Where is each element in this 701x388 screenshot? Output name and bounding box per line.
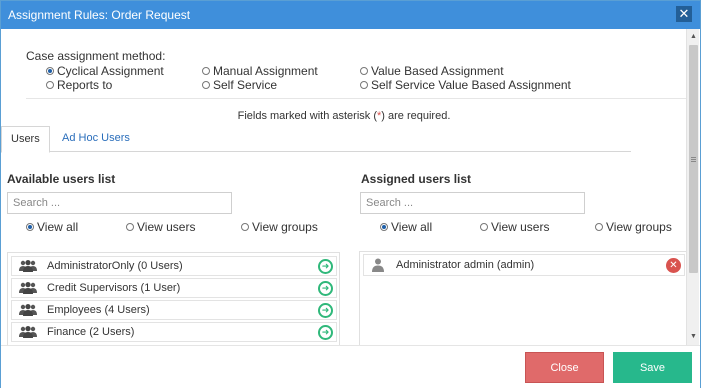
- list-item-label: Finance (2 Users): [47, 326, 135, 338]
- add-arrow-icon[interactable]: ➜: [318, 325, 333, 340]
- available-users-title: Available users list: [7, 172, 116, 186]
- close-dialog-button[interactable]: ✕: [676, 6, 692, 22]
- list-item[interactable]: Administrator admin (admin) ✕: [363, 254, 685, 276]
- radio-indicator[interactable]: [126, 223, 134, 231]
- required-note-text-end: ) are required.: [381, 110, 451, 122]
- assigned-users-title: Assigned users list: [361, 172, 472, 186]
- radio-label: View groups: [606, 220, 672, 234]
- add-arrow-icon[interactable]: ➜: [318, 259, 333, 274]
- radio-label: View users: [137, 220, 196, 234]
- assigned-filter-view-groups[interactable]: View groups: [595, 220, 672, 234]
- save-button[interactable]: Save: [613, 352, 692, 383]
- radio-label: Reports to: [57, 78, 113, 92]
- add-arrow-icon[interactable]: ➜: [318, 303, 333, 318]
- radio-label: View groups: [252, 220, 318, 234]
- radio-indicator[interactable]: [480, 223, 488, 231]
- tab-users[interactable]: Users: [1, 126, 50, 153]
- users-group-icon: [19, 282, 37, 294]
- required-fields-note: Fields marked with asterisk (*) are requ…: [1, 110, 687, 122]
- grip-line: [691, 159, 696, 160]
- list-item-label: Employees (4 Users): [47, 304, 150, 316]
- radio-indicator[interactable]: [26, 223, 34, 231]
- vertical-scrollbar[interactable]: ▲ ▼: [686, 29, 699, 345]
- radio-indicator[interactable]: [202, 81, 210, 89]
- list-item-label: Administrator admin (admin): [396, 259, 535, 271]
- available-filter-view-users[interactable]: View users: [126, 220, 195, 234]
- list-item[interactable]: AdministratorOnly (0 Users) ➜: [11, 256, 337, 276]
- list-item[interactable]: Credit Supervisors (1 User) ➜: [11, 278, 337, 298]
- list-item[interactable]: Finance (2 Users) ➜: [11, 322, 337, 342]
- radio-label: View users: [491, 220, 550, 234]
- user-icon: [372, 258, 384, 272]
- grip-line: [691, 161, 696, 162]
- radio-indicator[interactable]: [360, 81, 368, 89]
- radio-label: View all: [391, 220, 433, 234]
- available-filter-view-all[interactable]: View all: [26, 220, 78, 234]
- radio-indicator[interactable]: [46, 81, 54, 89]
- radio-indicator[interactable]: [360, 67, 368, 75]
- radio-cyclical-assignment[interactable]: Cyclical Assignment: [46, 64, 164, 78]
- users-group-icon: [19, 326, 37, 338]
- case-assignment-method-label: Case assignment method:: [26, 49, 166, 63]
- available-users-list: AdministratorOnly (0 Users) ➜ Credit Sup…: [7, 252, 340, 345]
- radio-self-service[interactable]: Self Service: [202, 78, 277, 92]
- radio-label: Self Service Value Based Assignment: [371, 78, 571, 92]
- radio-reports-to[interactable]: Reports to: [46, 78, 112, 92]
- users-group-icon: [19, 304, 37, 316]
- assignment-rules-dialog: Assignment Rules: Order Request ✕ Case a…: [0, 0, 701, 388]
- radio-indicator[interactable]: [202, 67, 210, 75]
- list-item[interactable]: Employees (4 Users) ➜: [11, 300, 337, 320]
- radio-label: Self Service: [213, 78, 278, 92]
- available-users-search-input[interactable]: [7, 192, 232, 214]
- assigned-filter-view-all[interactable]: View all: [380, 220, 432, 234]
- tab-bar: Users Ad Hoc Users: [1, 126, 631, 153]
- remove-icon[interactable]: ✕: [666, 258, 681, 273]
- radio-label: Cyclical Assignment: [57, 64, 164, 78]
- list-item-label: AdministratorOnly (0 Users): [47, 260, 183, 272]
- radio-label: Manual Assignment: [213, 64, 318, 78]
- assigned-users-search-input[interactable]: [360, 192, 585, 214]
- radio-label: View all: [37, 220, 79, 234]
- list-item-label: Credit Supervisors (1 User): [47, 282, 181, 294]
- divider: [26, 98, 686, 99]
- radio-label: Value Based Assignment: [371, 64, 504, 78]
- assigned-users-list: Administrator admin (admin) ✕: [359, 251, 687, 345]
- scroll-down-icon[interactable]: ▼: [687, 330, 700, 344]
- scroll-up-icon[interactable]: ▲: [687, 30, 700, 44]
- dialog-footer: Close Save: [1, 345, 700, 388]
- tab-ad-hoc-users[interactable]: Ad Hoc Users: [53, 126, 139, 153]
- required-note-text: Fields marked with asterisk (: [237, 110, 377, 122]
- dialog-title: Assignment Rules: Order Request: [8, 8, 191, 22]
- radio-indicator[interactable]: [380, 223, 388, 231]
- grip-line: [691, 157, 696, 158]
- close-button[interactable]: Close: [525, 352, 604, 383]
- assigned-filter-view-users[interactable]: View users: [480, 220, 549, 234]
- add-arrow-icon[interactable]: ➜: [318, 281, 333, 296]
- radio-indicator[interactable]: [595, 223, 603, 231]
- dialog-titlebar: Assignment Rules: Order Request ✕: [1, 1, 700, 29]
- scroll-thumb[interactable]: [689, 45, 698, 273]
- users-group-icon: [19, 260, 37, 272]
- dialog-content: Case assignment method: Cyclical Assignm…: [1, 29, 687, 345]
- radio-indicator[interactable]: [46, 67, 54, 75]
- radio-value-based-assignment[interactable]: Value Based Assignment: [360, 64, 504, 78]
- radio-self-service-value-based[interactable]: Self Service Value Based Assignment: [360, 78, 571, 92]
- available-filter-view-groups[interactable]: View groups: [241, 220, 318, 234]
- radio-indicator[interactable]: [241, 223, 249, 231]
- radio-manual-assignment[interactable]: Manual Assignment: [202, 64, 318, 78]
